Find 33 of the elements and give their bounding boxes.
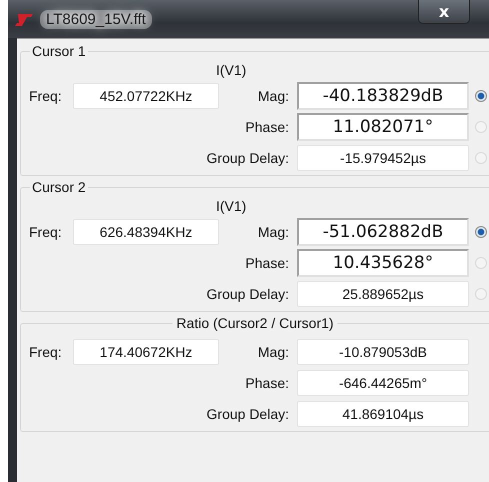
group-title: Cursor 2 bbox=[30, 179, 88, 195]
value-field[interactable]: 25.889652µs bbox=[297, 280, 469, 306]
value-label: Mag: bbox=[258, 344, 290, 360]
signal-name: I(V1) bbox=[216, 198, 246, 214]
freq-label: Freq: bbox=[29, 88, 63, 104]
value-field[interactable]: -10.879053dB bbox=[297, 338, 469, 364]
radio-button[interactable] bbox=[475, 226, 487, 238]
group-title: Ratio (Cursor2 / Cursor1) bbox=[172, 315, 338, 331]
freq-label: Freq: bbox=[29, 344, 63, 360]
radio-button[interactable] bbox=[475, 90, 487, 102]
freq-field[interactable]: 626.48394KHz bbox=[73, 218, 219, 244]
value-field[interactable]: 10.435628° bbox=[297, 248, 469, 276]
logo-icon bbox=[14, 13, 34, 27]
value-label: Group Delay: bbox=[206, 286, 290, 302]
value-field[interactable]: -40.183829dB bbox=[297, 82, 469, 110]
value-label: Group Delay: bbox=[206, 406, 290, 422]
freq-field[interactable]: 174.40672KHz bbox=[73, 338, 219, 364]
value-label: Phase: bbox=[245, 374, 290, 390]
value-label: Phase: bbox=[245, 254, 290, 270]
signal-name: I(V1) bbox=[216, 62, 246, 78]
group-title: Cursor 1 bbox=[30, 43, 88, 59]
value-field[interactable]: 11.082071° bbox=[297, 112, 469, 140]
value-label: Group Delay: bbox=[206, 150, 290, 166]
value-label: Mag: bbox=[258, 88, 290, 104]
value-field[interactable]: 41.869104µs bbox=[297, 400, 469, 426]
value-label: Mag: bbox=[258, 224, 290, 240]
value-field[interactable]: -51.062882dB bbox=[297, 218, 469, 246]
close-button[interactable]: x bbox=[418, 0, 470, 24]
freq-field[interactable]: 452.07722KHz bbox=[73, 82, 219, 108]
freq-label: Freq: bbox=[29, 224, 63, 240]
value-field[interactable]: -646.44265m° bbox=[297, 370, 469, 396]
value-label: Phase: bbox=[245, 118, 290, 134]
value-field[interactable]: -15.979452µs bbox=[297, 144, 469, 170]
